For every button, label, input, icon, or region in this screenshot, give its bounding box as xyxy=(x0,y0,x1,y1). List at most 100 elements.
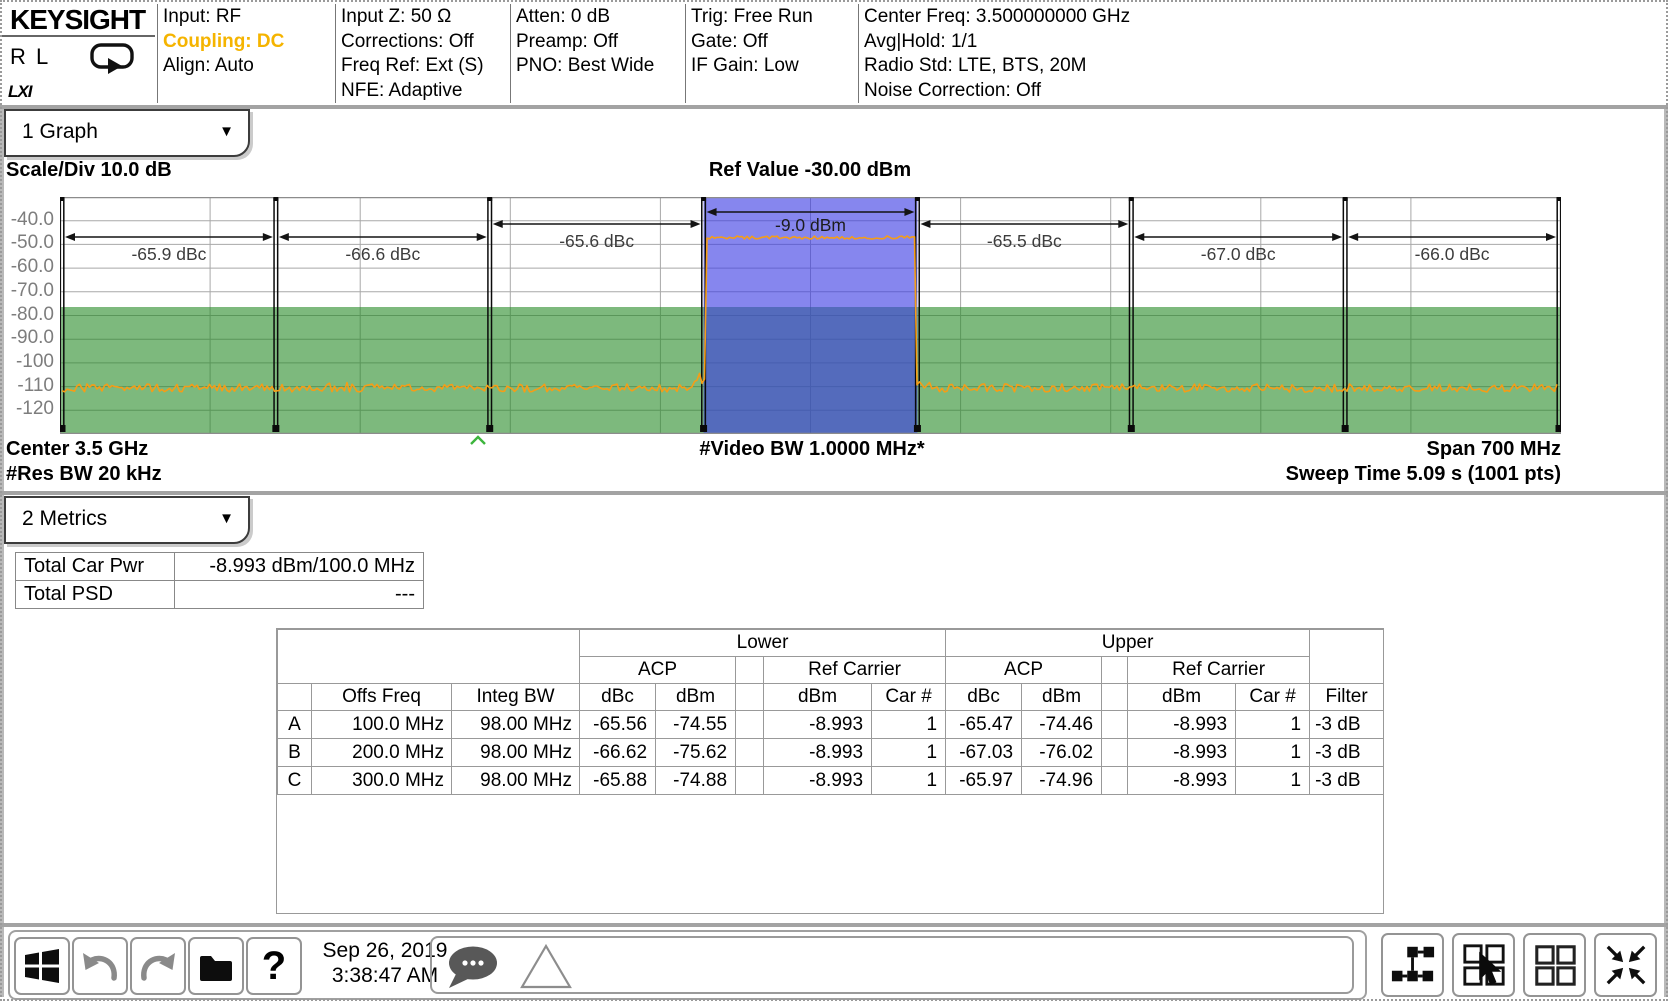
table-row: Total Car Pwr -8.993 dBm/100.0 MHz xyxy=(16,553,424,581)
acp-row-a: A 100.0 MHz 98.00 MHz -65.56 -74.55 -8.9… xyxy=(278,711,1384,739)
header-field: Gate: Off xyxy=(691,30,813,55)
acp-col-dbc: dBc xyxy=(946,684,1022,711)
acp-cell-id: A xyxy=(278,711,312,739)
minimize-view-button[interactable] xyxy=(1594,933,1657,997)
region-power-label: -65.6 dBc xyxy=(559,231,634,251)
grid-layout-icon xyxy=(1532,942,1578,988)
header-field-coupling: Coupling: DC xyxy=(163,30,284,55)
video-bw-annotation: #Video BW 1.0000 MHz* xyxy=(612,438,1012,461)
header-field: Radio Std: LTE, BTS, 20M xyxy=(864,54,1130,79)
sweep-time-annotation: Sweep Time 5.09 s (1001 pts) xyxy=(1061,463,1561,486)
table-row: Offs Freq Integ BW dBc dBm dBm Car # dBc… xyxy=(278,684,1384,711)
acp-cell-id: C xyxy=(278,767,312,795)
acp-row-b: B 200.0 MHz 98.00 MHz -66.62 -75.62 -8.9… xyxy=(278,739,1384,767)
acp-cell-lower-dbc: -66.62 xyxy=(580,739,656,767)
y-tick-label: -40.0 xyxy=(0,209,54,231)
continuous-sweep-icon xyxy=(88,42,138,76)
acp-filter-corner-cell xyxy=(1310,630,1384,684)
redo-button[interactable] xyxy=(130,937,186,995)
header-field: Avg|Hold: 1/1 xyxy=(864,30,1130,55)
window-layout-button[interactable] xyxy=(1523,933,1586,997)
summary-value: --- xyxy=(175,581,424,609)
acp-row-c: C 300.0 MHz 98.00 MHz -65.88 -74.88 -8.9… xyxy=(278,767,1384,795)
header-field: Align: Auto xyxy=(163,54,284,79)
acp-cell-lower-ref: -8.993 xyxy=(764,739,872,767)
acp-col-dbc: dBc xyxy=(580,684,656,711)
undo-button[interactable] xyxy=(72,937,128,995)
header-divider xyxy=(685,4,686,103)
spacer-cell xyxy=(736,711,764,739)
acp-cell-upper-car: 1 xyxy=(1236,739,1310,767)
scale-div-label: Scale/Div 10.0 dB xyxy=(6,159,172,182)
span-annotation: Span 700 MHz xyxy=(1161,438,1561,461)
header-col-trigger: Trig: Free Run Gate: Off IF Gain: Low xyxy=(691,5,813,79)
collapse-arrows-icon xyxy=(1603,942,1649,988)
acp-corner-cell xyxy=(278,630,580,684)
graph-selector-label: 1 Graph xyxy=(22,120,98,144)
spacer-cell xyxy=(1102,767,1128,795)
header-field: PNO: Best Wide xyxy=(516,54,654,79)
acp-cell-lower-dbc: -65.88 xyxy=(580,767,656,795)
metrics-selector-label: 2 Metrics xyxy=(22,507,107,531)
spacer-cell xyxy=(736,657,764,684)
spacer-cell xyxy=(736,767,764,795)
spectrum-plot[interactable]: -65.9 dBc-66.6 dBc-65.6 dBc-9.0 dBm-65.5… xyxy=(60,197,1561,434)
acp-results-table: Lower Upper ACP Ref Carrier ACP Ref Carr… xyxy=(277,629,1384,795)
summary-label: Total PSD xyxy=(16,581,175,609)
acp-cell-integ: 98.00 MHz xyxy=(452,711,580,739)
window-separator xyxy=(0,923,1668,927)
header-field: Trig: Free Run xyxy=(691,5,813,30)
y-tick-label: -50.0 xyxy=(0,232,54,254)
file-explorer-button[interactable] xyxy=(188,937,244,995)
spacer-cell xyxy=(1102,711,1128,739)
sequence-setup-button[interactable] xyxy=(1381,933,1444,997)
header-field: Freq Ref: Ext (S) xyxy=(341,54,484,79)
region-power-label: -66.0 dBc xyxy=(1415,244,1490,264)
acp-cell-upper-dbm: -74.96 xyxy=(1022,767,1102,795)
spacer-cell xyxy=(736,739,764,767)
spacer-cell xyxy=(1102,739,1128,767)
header-divider xyxy=(510,4,511,103)
selection-caret-icon xyxy=(470,435,486,445)
y-tick-label: -100 xyxy=(0,351,54,373)
acp-cell-integ: 98.00 MHz xyxy=(452,767,580,795)
header-field: Corrections: Off xyxy=(341,30,484,55)
speech-bubble-icon xyxy=(444,944,506,990)
header-col-input: Input: RF Coupling: DC Align: Auto xyxy=(163,5,284,79)
acp-cell-lower-dbc: -65.56 xyxy=(580,711,656,739)
message-area[interactable] xyxy=(430,936,1354,994)
warning-triangle-icon xyxy=(518,942,574,990)
center-freq-annotation: Center 3.5 GHz xyxy=(6,438,148,461)
table-row: Lower Upper xyxy=(278,630,1384,657)
dropdown-arrow-icon: ▼ xyxy=(219,123,234,140)
summary-value: -8.993 dBm/100.0 MHz xyxy=(175,553,424,581)
right-edge-strip xyxy=(1664,109,1668,997)
header-divider xyxy=(157,4,158,103)
header-field: Noise Correction: Off xyxy=(864,79,1130,104)
touch-screen-button[interactable] xyxy=(1452,933,1515,997)
redo-icon xyxy=(138,946,178,986)
header-bar: KEYSIGHT R L LXI Input: RF Coupling: DC … xyxy=(2,2,1666,105)
header-field: Input: RF xyxy=(163,5,284,30)
acp-cell-upper-ref: -8.993 xyxy=(1128,767,1236,795)
graph-view-selector[interactable]: 1 Graph ▼ xyxy=(4,109,250,157)
acp-cell-upper-dbc: -65.47 xyxy=(946,711,1022,739)
header-divider xyxy=(335,4,336,103)
y-tick-label: -60.0 xyxy=(0,256,54,278)
metrics-view-selector[interactable]: 2 Metrics ▼ xyxy=(4,496,250,544)
acp-subheader-acp: ACP xyxy=(580,657,736,684)
header-field: Input Z: 50 Ω xyxy=(341,5,484,30)
acp-cell-lower-ref: -8.993 xyxy=(764,711,872,739)
y-tick-label: -90.0 xyxy=(0,327,54,349)
acp-col-letter xyxy=(278,684,312,711)
lxi-logo: LXI xyxy=(8,82,31,102)
help-button[interactable]: ? xyxy=(246,937,302,995)
region-power-label: -65.5 dBc xyxy=(987,231,1062,251)
touch-grid-icon xyxy=(1461,942,1507,988)
header-col-freq: Center Freq: 3.500000000 GHz Avg|Hold: 1… xyxy=(864,5,1130,103)
acp-col-offs-freq: Offs Freq xyxy=(312,684,452,711)
windows-button[interactable] xyxy=(14,937,70,995)
y-tick-label: -80.0 xyxy=(0,304,54,326)
acp-col-car: Car # xyxy=(1236,684,1310,711)
region-power-label: -65.9 dBc xyxy=(131,244,206,264)
